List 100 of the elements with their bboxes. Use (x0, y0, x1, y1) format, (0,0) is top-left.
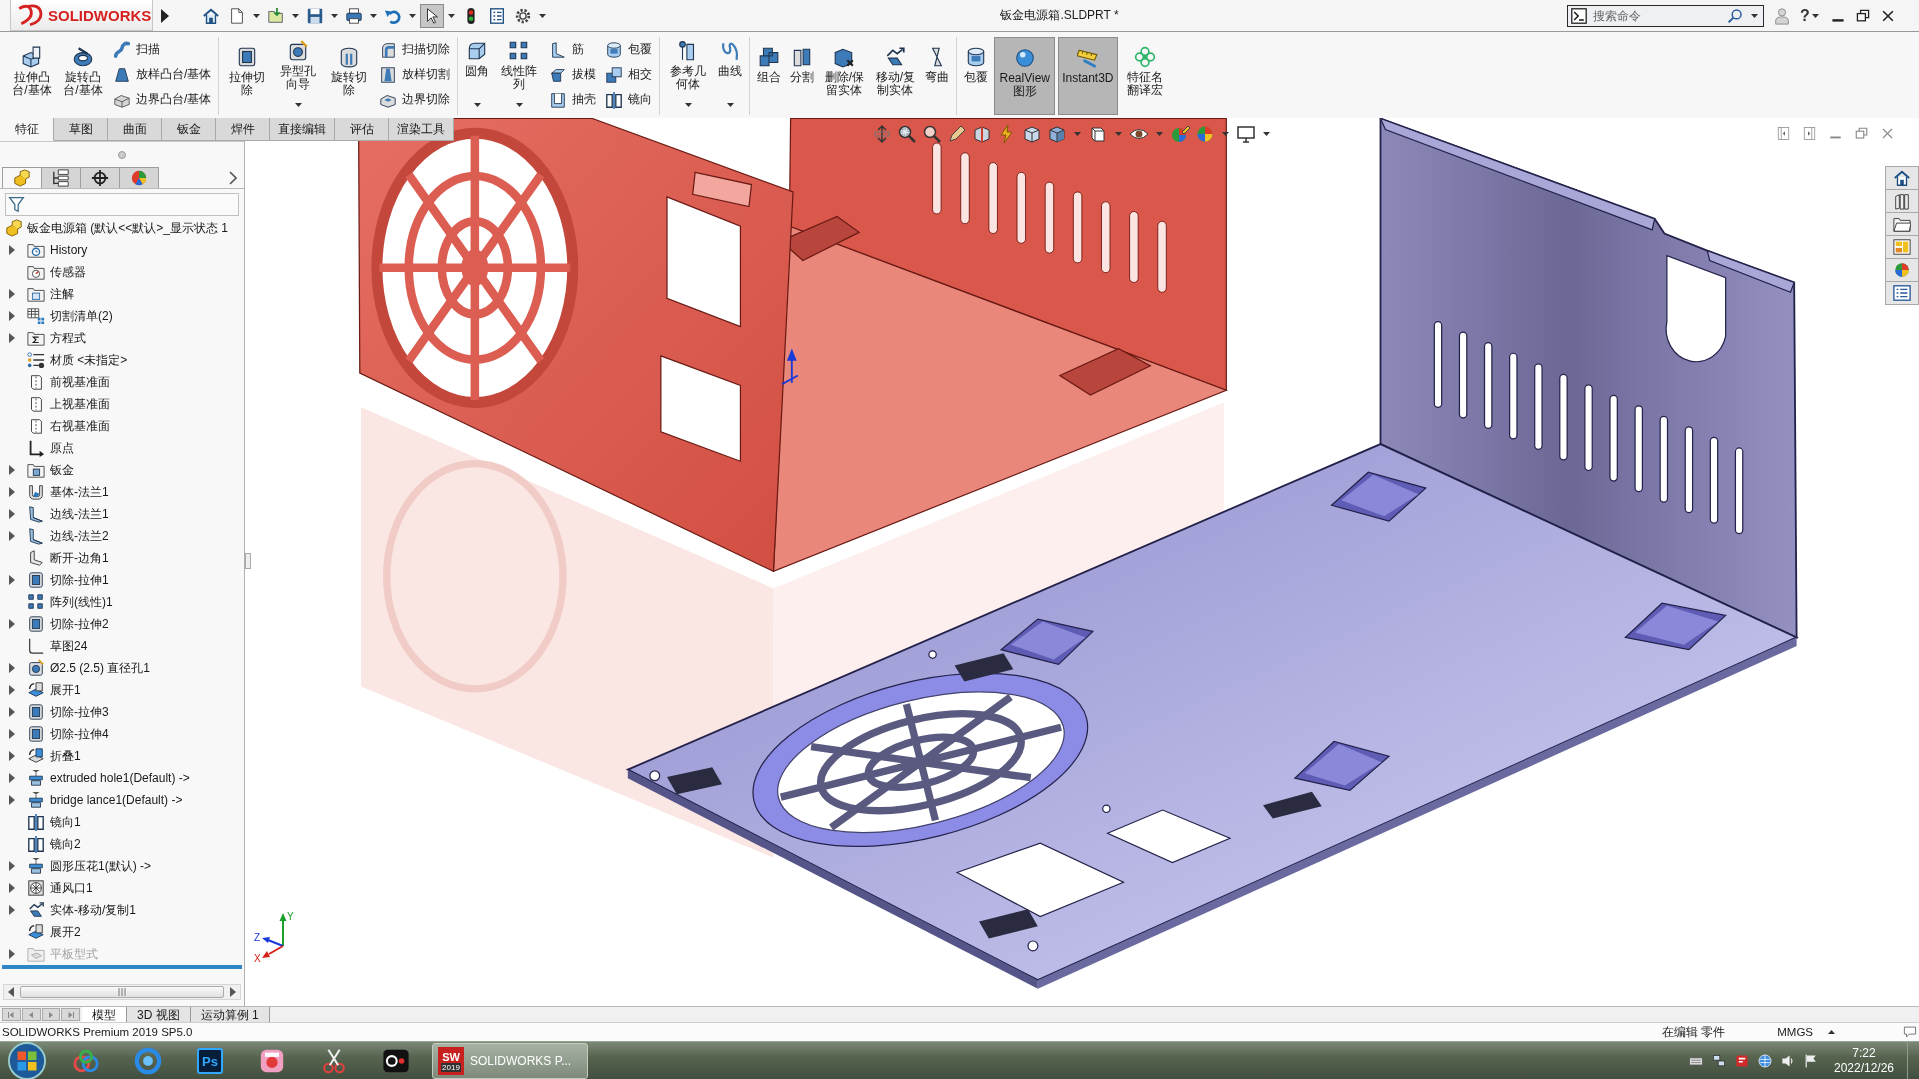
scroll-left-icon[interactable] (8, 987, 14, 997)
tree-item[interactable]: 钣金电源箱 (默认<<默认>_显示状态 1 (27, 219, 229, 237)
tree-item[interactable]: 切除-拉伸3 (50, 703, 109, 721)
app-tray-icon[interactable] (1734, 1053, 1750, 1069)
command-tab[interactable]: 渲染工具 (389, 118, 454, 141)
horizontal-scrollbar[interactable] (3, 984, 241, 1000)
tree-item[interactable]: 原点 (50, 439, 74, 457)
ribbon-button[interactable]: 圆角 (462, 37, 493, 115)
tree-item[interactable]: extruded hole1(Default) -> (50, 771, 190, 785)
previous-button[interactable] (21, 1008, 41, 1021)
cloud-app-icon[interactable] (72, 1047, 100, 1075)
command-tab[interactable]: 钣金 (162, 118, 216, 141)
caret-icon[interactable] (292, 13, 299, 18)
app-icon[interactable]: Ps (197, 1048, 223, 1074)
ribbon-button[interactable]: 组合 (754, 37, 785, 115)
tree-item[interactable]: 切除-拉伸2 (50, 615, 109, 633)
select-button[interactable] (420, 3, 444, 28)
ribbon-button[interactable]: 拉伸切除 (223, 37, 272, 115)
command-tab[interactable]: 直接编辑 (270, 118, 335, 141)
tree-item[interactable]: 镜向1 (50, 813, 81, 831)
expand-arrow-icon[interactable] (9, 685, 15, 695)
caret-icon[interactable] (1811, 13, 1819, 18)
rounded-tile-icon[interactable] (258, 1047, 286, 1075)
tree-item[interactable]: Ø2.5 (2.5) 直径孔1 (50, 659, 151, 677)
tree-item[interactable]: 基体-法兰1 (50, 483, 109, 501)
tree-item[interactable]: 通风口1 (50, 879, 93, 897)
splitter-handle[interactable] (245, 553, 251, 569)
ribbon-button[interactable]: 相交 (605, 62, 653, 87)
tree-item[interactable]: 传感器 (50, 263, 86, 281)
ribbon-button[interactable]: 旋转切除 (325, 37, 374, 115)
task-pane-tab[interactable] (1885, 258, 1919, 282)
expand-arrow-icon[interactable] (9, 531, 15, 541)
next-button[interactable] (41, 1008, 61, 1021)
ribbon-button[interactable]: 特征名翻译宏 (1120, 37, 1169, 115)
expand-arrow-icon[interactable] (9, 905, 15, 915)
scrollbar-thumb[interactable] (20, 986, 224, 998)
magnifier-icon[interactable] (922, 124, 942, 144)
tree-item[interactable]: 圆形压花1(默认) -> (50, 857, 151, 875)
grip-dot-icon[interactable] (118, 150, 126, 159)
ribbon-button[interactable]: 扫描 (113, 37, 212, 62)
caret-icon[interactable] (515, 103, 523, 107)
caret-icon[interactable] (539, 13, 546, 18)
caret-icon[interactable] (409, 13, 416, 18)
tree-item[interactable]: 断开-边角1 (50, 549, 109, 567)
ribbon-button[interactable]: 筋 (549, 37, 597, 62)
ribbon-button[interactable]: 旋转凸台/基体 (59, 37, 107, 115)
expand-arrow-icon[interactable] (9, 289, 15, 299)
caret-icon[interactable] (684, 103, 692, 107)
expand-arrow-icon[interactable] (9, 465, 15, 475)
start-orb-icon[interactable] (8, 1042, 46, 1079)
ribbon-button[interactable]: 镜向 (605, 87, 653, 112)
tree-item[interactable]: 切割清单(2) (50, 307, 113, 325)
ribbon-button[interactable]: 包覆 (605, 37, 653, 62)
globe-icon[interactable] (1757, 1053, 1773, 1069)
caret-icon[interactable] (370, 13, 377, 18)
app-menu-button[interactable]: SOLIDWORKS (10, 0, 153, 31)
search-icon[interactable] (1727, 7, 1743, 24)
panel-left-icon[interactable] (1776, 126, 1791, 141)
expand-arrow-icon[interactable] (9, 663, 15, 673)
ribbon-button[interactable]: 线性阵列 (495, 37, 544, 115)
ribbon-button[interactable]: 移动/复制实体 (871, 37, 920, 115)
tree-item[interactable]: 草图24 (50, 637, 88, 655)
task-pane-tab[interactable] (1885, 281, 1919, 305)
tree-item[interactable]: 方程式 (50, 329, 86, 347)
caret-icon[interactable] (1263, 132, 1270, 136)
pencil-icon[interactable] (947, 124, 967, 144)
shaded-cube-icon[interactable] (1047, 124, 1067, 144)
rings-tile-icon[interactable] (382, 1047, 410, 1075)
ribbon-button[interactable]: 放样凸台/基体 (113, 62, 212, 87)
magnifier-icon[interactable] (897, 124, 917, 144)
search-field[interactable]: 搜索命令 (1593, 8, 1721, 23)
ribbon-button[interactable]: 扫描切除 (379, 37, 451, 62)
scissors-icon[interactable] (320, 1047, 348, 1075)
caret-icon[interactable] (448, 13, 455, 18)
expand-arrow-icon[interactable] (9, 773, 15, 783)
ribbon-button[interactable]: 放样切割 (379, 62, 451, 87)
command-tab[interactable]: 特征 (0, 118, 54, 141)
expand-arrow-icon[interactable] (161, 8, 169, 23)
help-button[interactable]: ? (1800, 5, 1810, 26)
ribbon-button[interactable]: 分割 (787, 37, 818, 115)
expand-arrow-icon[interactable] (9, 883, 15, 893)
tree-item[interactable]: 切除-拉伸1 (50, 571, 109, 589)
command-tab[interactable]: 评估 (335, 118, 389, 141)
tree-item[interactable]: 折叠1 (50, 747, 81, 765)
chevron-right-icon[interactable] (229, 170, 237, 185)
units-selector[interactable]: MMGS (1777, 1026, 1813, 1038)
restore-icon[interactable] (1854, 7, 1871, 24)
sheet-tab[interactable]: 模型 (82, 1007, 127, 1022)
swirl-icon[interactable] (134, 1047, 162, 1075)
caret-icon[interactable] (253, 13, 260, 18)
sheet-tab[interactable]: 3D 视图 (127, 1007, 191, 1022)
sheet-tab[interactable]: 运动算例 1 (190, 1007, 270, 1022)
ribbon-button[interactable]: 参考几何体 (664, 37, 713, 115)
task-pane-tab[interactable] (1885, 166, 1919, 190)
speech-bubble-icon[interactable] (1903, 1025, 1917, 1039)
section-cube-icon[interactable] (972, 124, 992, 144)
ribbon-button[interactable]: 拉伸凸台/基体 (8, 37, 56, 115)
tree-item[interactable]: 实体-移动/复制1 (50, 901, 136, 919)
expand-arrow-icon[interactable] (9, 795, 15, 805)
ribbon-button[interactable]: 包覆 (961, 37, 992, 115)
